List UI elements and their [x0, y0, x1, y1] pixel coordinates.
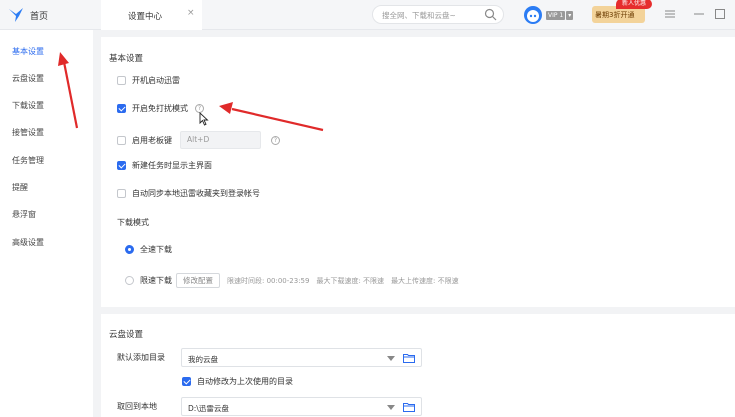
limit-time-info: 限速时间段: 00:00-23:59 — [227, 276, 310, 285]
sync-favorites-label: 自动同步本地迅雷收藏夹到登录帐号 — [132, 189, 260, 198]
help-icon[interactable]: ? — [271, 135, 280, 145]
option-show-main[interactable]: 新建任务时显示主界面 — [117, 160, 212, 171]
option-autostart[interactable]: 开机启动迅雷 — [117, 75, 180, 86]
sidebar-item-advanced[interactable]: 高级设置 — [12, 237, 44, 248]
mode-limited-speed[interactable]: 限速下载 修改配置 限速时间段: 00:00-23:59 最大下载速度: 不限速… — [125, 273, 459, 288]
search-icon[interactable] — [484, 8, 497, 21]
maximize-icon[interactable] — [713, 7, 727, 21]
auto-change-dir-checkbox[interactable] — [182, 377, 191, 386]
no-disturb-checkbox[interactable] — [117, 104, 126, 113]
sidebar-item-download[interactable]: 下载设置 — [12, 100, 44, 111]
sync-favorites-checkbox[interactable] — [117, 189, 126, 198]
mode-full-speed[interactable]: 全速下载 — [125, 244, 172, 255]
section-title-basic: 基本设置 — [109, 54, 144, 64]
sidebar-item-basic[interactable]: 基本设置 — [12, 46, 44, 57]
promo-badge: 新人优惠 — [616, 0, 652, 9]
show-main-checkbox[interactable] — [117, 161, 126, 170]
promo-text: 暑期3折开通 — [595, 11, 635, 19]
default-dir-value: 我的云盘 — [188, 355, 218, 364]
folder-icon[interactable] — [403, 353, 415, 363]
sidebar-item-takeover[interactable]: 接管设置 — [12, 127, 44, 138]
folder-icon[interactable] — [403, 402, 415, 412]
home-link[interactable]: 首页 — [30, 9, 48, 22]
fetch-dir-value: D:\迅雷云盘 — [188, 404, 229, 413]
avatar[interactable] — [524, 6, 542, 24]
title-bar: 首页 设置中心 × 搜全网、下载和云盘~ VIP 1 ▾ 暑期3折开通 新人优惠 — [0, 0, 735, 30]
boss-key-input[interactable]: Alt+D — [180, 131, 261, 149]
close-tab-icon[interactable]: × — [187, 8, 195, 18]
limited-speed-label: 限速下载 — [140, 276, 172, 285]
tab-settings-center[interactable]: 设置中心 × — [101, 0, 202, 30]
max-download-info: 最大下载速度: 不限速 — [316, 276, 385, 285]
modify-config-button[interactable]: 修改配置 — [176, 273, 220, 288]
mouse-cursor-icon — [199, 112, 209, 126]
chevron-down-icon[interactable] — [387, 356, 395, 361]
boss-key-checkbox[interactable] — [117, 135, 126, 145]
cloud-settings-panel: 云盘设置 默认添加目录 我的云盘 自动修改为上次使用的目录 取回到本地 D:\迅… — [101, 314, 735, 417]
section-title-cloud: 云盘设置 — [109, 330, 144, 340]
option-boss-key[interactable]: 启用老板键 Alt+D ? — [117, 131, 280, 149]
sidebar-item-cloud[interactable]: 云盘设置 — [12, 73, 44, 84]
download-mode-title: 下载模式 — [117, 218, 149, 227]
fetch-dir-select[interactable]: D:\迅雷云盘 — [181, 397, 422, 416]
avatar-face-icon — [527, 10, 539, 22]
vip-badge: VIP 1 — [546, 10, 566, 20]
show-main-label: 新建任务时显示主界面 — [132, 161, 212, 170]
sidebar: 基本设置 云盘设置 下载设置 接管设置 任务管理 提醒 悬浮窗 高级设置 — [0, 30, 93, 417]
basic-settings-panel: 基本设置 开机启动迅雷 开启免打扰模式 ? 启用老板键 Alt+D ? 新建任务… — [101, 37, 735, 307]
no-disturb-label: 开启免打扰模式 — [132, 104, 188, 113]
sidebar-item-tasks[interactable]: 任务管理 — [12, 155, 44, 166]
auto-change-dir-label: 自动修改为上次使用的目录 — [197, 377, 293, 386]
max-upload-info: 最大上传速度: 不限速 — [391, 276, 459, 285]
autostart-label: 开机启动迅雷 — [132, 76, 180, 85]
default-dir-label: 默认添加目录 — [117, 353, 165, 362]
menu-icon[interactable] — [663, 7, 677, 21]
vip-dropdown-icon: ▾ — [566, 10, 574, 20]
sidebar-item-floating[interactable]: 悬浮窗 — [12, 209, 36, 220]
thunder-logo-icon[interactable] — [7, 6, 25, 24]
option-sync-favorites[interactable]: 自动同步本地迅雷收藏夹到登录帐号 — [117, 188, 260, 199]
option-no-disturb[interactable]: 开启免打扰模式 ? — [117, 103, 204, 114]
autostart-checkbox[interactable] — [117, 76, 126, 85]
chevron-down-icon[interactable] — [387, 405, 395, 410]
option-auto-change-dir[interactable]: 自动修改为上次使用的目录 — [182, 376, 293, 387]
search-input[interactable]: 搜全网、下载和云盘~ — [372, 5, 504, 24]
fetch-dir-label: 取回到本地 — [117, 402, 157, 411]
full-speed-label: 全速下载 — [140, 245, 172, 254]
full-speed-radio[interactable] — [125, 245, 134, 254]
default-dir-row: 默认添加目录 我的云盘 — [117, 348, 422, 367]
minimize-icon[interactable] — [692, 7, 706, 21]
fetch-dir-row: 取回到本地 D:\迅雷云盘 — [117, 397, 422, 416]
sidebar-item-reminder[interactable]: 提醒 — [12, 182, 28, 193]
search-placeholder: 搜全网、下载和云盘~ — [382, 11, 456, 20]
vip-level[interactable]: VIP 1 ▾ — [546, 10, 574, 20]
default-dir-select[interactable]: 我的云盘 — [181, 348, 422, 367]
tab-label: 设置中心 — [128, 12, 163, 22]
boss-key-label: 启用老板键 — [132, 135, 172, 145]
limited-speed-radio[interactable] — [125, 276, 134, 285]
